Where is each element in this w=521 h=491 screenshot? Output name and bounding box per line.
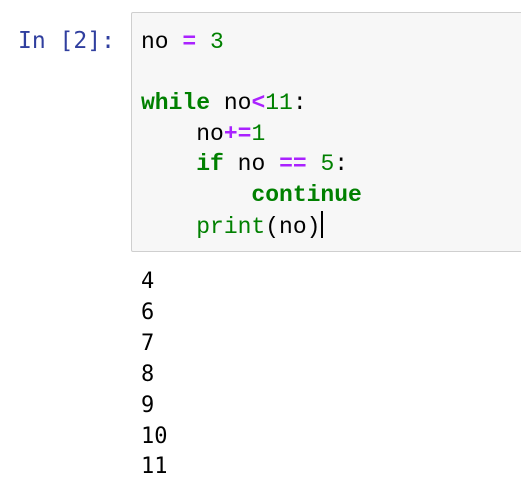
output-line: 11 [141,454,168,480]
punctuation-token: : [334,151,349,178]
output-line: 6 [141,299,155,325]
operator-token: = [182,29,197,55]
output-line: 4 [141,269,155,294]
variable-token: no [196,120,224,147]
operator-token: < [251,90,266,117]
input-prompt: In [2]: [18,28,115,54]
output-line: 8 [141,361,155,387]
code-editor[interactable]: no = 3 while no<11: no+=1 if no == 5: co… [131,12,521,252]
variable-token: no [237,151,266,178]
keyword-token: while [141,90,211,117]
output-line: 9 [141,392,155,418]
indent-token [141,121,196,147]
builtin-token: print [196,213,266,240]
indent-token [141,151,196,177]
variable-token: no [279,213,307,240]
operator-token: == [279,151,307,178]
code-line-7: print(no) [141,210,324,240]
indent-token [141,214,196,240]
keyword-token: continue [251,181,362,208]
number-token: 5 [320,151,335,178]
punctuation-token: ( [265,213,280,240]
code-line-4: no+=1 [141,121,265,147]
code-line-1: no = 3 [141,29,224,55]
text-cursor [321,210,324,238]
punctuation-token: : [292,90,307,117]
indent-token [141,182,251,208]
number-token: 3 [210,29,224,55]
code-line-5: if no == 5: [141,151,348,177]
output-line: 10 [141,423,168,449]
number-token: 11 [265,90,293,117]
number-token: 1 [251,120,266,147]
code-line-6: continue [141,181,362,208]
variable-token: no [141,29,169,55]
output-line: 7 [141,330,155,356]
code-text: no = 3 while no<11: no+=1 if no == 5: co… [141,27,362,242]
cell-output: 4 6 7 8 9 10 11 [141,267,168,483]
notebook-code-cell: In [2]: no = 3 while no<11: no+=1 if no … [0,0,521,491]
code-line-3: while no<11: [141,90,307,116]
punctuation-token: ) [306,213,321,240]
operator-token: += [223,120,252,147]
variable-token: no [223,90,252,117]
keyword-token: if [196,151,224,178]
